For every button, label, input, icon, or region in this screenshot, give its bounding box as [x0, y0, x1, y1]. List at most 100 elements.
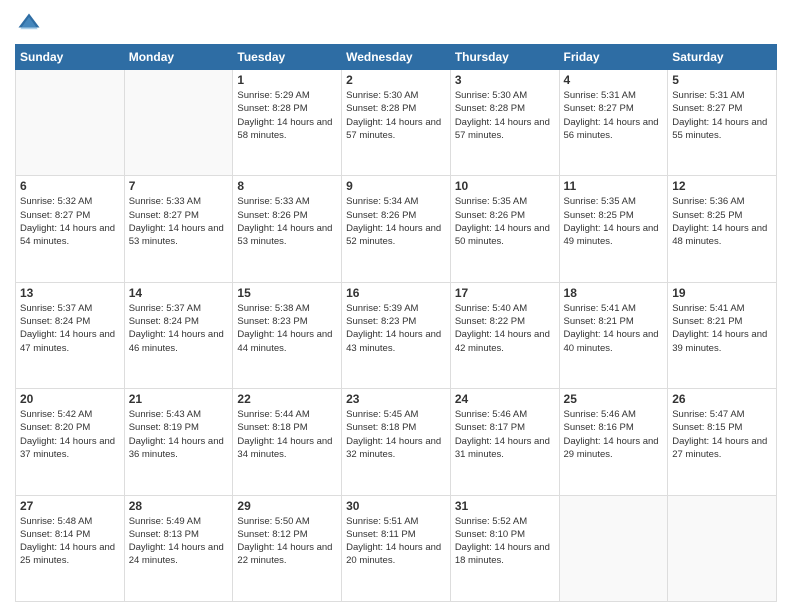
day-info: Sunrise: 5:50 AMSunset: 8:12 PMDaylight:…	[237, 515, 337, 568]
day-number: 11	[564, 179, 664, 193]
calendar-cell: 29 Sunrise: 5:50 AMSunset: 8:12 PMDayligh…	[233, 495, 342, 601]
calendar-header-row: SundayMondayTuesdayWednesdayThursdayFrid…	[16, 45, 777, 70]
day-info: Sunrise: 5:48 AMSunset: 8:14 PMDaylight:…	[20, 515, 120, 568]
day-info: Sunrise: 5:40 AMSunset: 8:22 PMDaylight:…	[455, 302, 555, 355]
day-info: Sunrise: 5:35 AMSunset: 8:26 PMDaylight:…	[455, 195, 555, 248]
calendar-cell: 5 Sunrise: 5:31 AMSunset: 8:27 PMDaylight…	[668, 70, 777, 176]
calendar-cell: 21 Sunrise: 5:43 AMSunset: 8:19 PMDayligh…	[124, 389, 233, 495]
calendar-cell: 22 Sunrise: 5:44 AMSunset: 8:18 PMDayligh…	[233, 389, 342, 495]
day-info: Sunrise: 5:37 AMSunset: 8:24 PMDaylight:…	[20, 302, 120, 355]
day-number: 2	[346, 73, 446, 87]
page: SundayMondayTuesdayWednesdayThursdayFrid…	[0, 0, 792, 612]
day-number: 21	[129, 392, 229, 406]
day-info: Sunrise: 5:41 AMSunset: 8:21 PMDaylight:…	[672, 302, 772, 355]
day-info: Sunrise: 5:31 AMSunset: 8:27 PMDaylight:…	[672, 89, 772, 142]
calendar-cell: 24 Sunrise: 5:46 AMSunset: 8:17 PMDayligh…	[450, 389, 559, 495]
calendar-cell: 11 Sunrise: 5:35 AMSunset: 8:25 PMDayligh…	[559, 176, 668, 282]
day-number: 16	[346, 286, 446, 300]
day-info: Sunrise: 5:46 AMSunset: 8:17 PMDaylight:…	[455, 408, 555, 461]
calendar-week-row: 6 Sunrise: 5:32 AMSunset: 8:27 PMDaylight…	[16, 176, 777, 282]
day-number: 18	[564, 286, 664, 300]
day-number: 3	[455, 73, 555, 87]
day-header-monday: Monday	[124, 45, 233, 70]
calendar-cell: 1 Sunrise: 5:29 AMSunset: 8:28 PMDaylight…	[233, 70, 342, 176]
calendar-cell: 10 Sunrise: 5:35 AMSunset: 8:26 PMDayligh…	[450, 176, 559, 282]
day-number: 22	[237, 392, 337, 406]
day-info: Sunrise: 5:30 AMSunset: 8:28 PMDaylight:…	[455, 89, 555, 142]
calendar-cell: 28 Sunrise: 5:49 AMSunset: 8:13 PMDayligh…	[124, 495, 233, 601]
calendar-cell: 30 Sunrise: 5:51 AMSunset: 8:11 PMDayligh…	[342, 495, 451, 601]
day-info: Sunrise: 5:35 AMSunset: 8:25 PMDaylight:…	[564, 195, 664, 248]
day-info: Sunrise: 5:43 AMSunset: 8:19 PMDaylight:…	[129, 408, 229, 461]
calendar-cell: 25 Sunrise: 5:46 AMSunset: 8:16 PMDayligh…	[559, 389, 668, 495]
day-info: Sunrise: 5:31 AMSunset: 8:27 PMDaylight:…	[564, 89, 664, 142]
day-info: Sunrise: 5:44 AMSunset: 8:18 PMDaylight:…	[237, 408, 337, 461]
day-number: 28	[129, 499, 229, 513]
day-number: 12	[672, 179, 772, 193]
day-number: 1	[237, 73, 337, 87]
calendar-cell: 31Sunrise: 5:52 AMSunset: 8:10 PMDayligh…	[450, 495, 559, 601]
calendar-week-row: 20 Sunrise: 5:42 AMSunset: 8:20 PMDayligh…	[16, 389, 777, 495]
day-header-friday: Friday	[559, 45, 668, 70]
day-info: Sunrise: 5:49 AMSunset: 8:13 PMDaylight:…	[129, 515, 229, 568]
day-number: 19	[672, 286, 772, 300]
day-info: Sunrise: 5:32 AMSunset: 8:27 PMDaylight:…	[20, 195, 120, 248]
day-number: 13	[20, 286, 120, 300]
day-header-wednesday: Wednesday	[342, 45, 451, 70]
day-number: 30	[346, 499, 446, 513]
calendar-cell: 27 Sunrise: 5:48 AMSunset: 8:14 PMDayligh…	[16, 495, 125, 601]
day-header-sunday: Sunday	[16, 45, 125, 70]
day-number: 4	[564, 73, 664, 87]
calendar-cell: 8 Sunrise: 5:33 AMSunset: 8:26 PMDaylight…	[233, 176, 342, 282]
day-header-thursday: Thursday	[450, 45, 559, 70]
day-number: 17	[455, 286, 555, 300]
day-info: Sunrise: 5:39 AMSunset: 8:23 PMDaylight:…	[346, 302, 446, 355]
day-info: Sunrise: 5:45 AMSunset: 8:18 PMDaylight:…	[346, 408, 446, 461]
calendar-cell: 6 Sunrise: 5:32 AMSunset: 8:27 PMDaylight…	[16, 176, 125, 282]
day-number: 9	[346, 179, 446, 193]
calendar-cell: 2 Sunrise: 5:30 AMSunset: 8:28 PMDaylight…	[342, 70, 451, 176]
day-info: Sunrise: 5:42 AMSunset: 8:20 PMDaylight:…	[20, 408, 120, 461]
calendar-table: SundayMondayTuesdayWednesdayThursdayFrid…	[15, 44, 777, 602]
calendar-week-row: 27 Sunrise: 5:48 AMSunset: 8:14 PMDayligh…	[16, 495, 777, 601]
calendar-cell: 14Sunrise: 5:37 AMSunset: 8:24 PMDayligh…	[124, 282, 233, 388]
day-number: 10	[455, 179, 555, 193]
calendar-cell	[16, 70, 125, 176]
day-number: 27	[20, 499, 120, 513]
calendar-cell: 20 Sunrise: 5:42 AMSunset: 8:20 PMDayligh…	[16, 389, 125, 495]
calendar-cell: 7 Sunrise: 5:33 AMSunset: 8:27 PMDaylight…	[124, 176, 233, 282]
calendar-cell: 17 Sunrise: 5:40 AMSunset: 8:22 PMDayligh…	[450, 282, 559, 388]
day-info: Sunrise: 5:29 AMSunset: 8:28 PMDaylight:…	[237, 89, 337, 142]
calendar-cell: 26 Sunrise: 5:47 AMSunset: 8:15 PMDayligh…	[668, 389, 777, 495]
calendar-cell	[668, 495, 777, 601]
day-number: 6	[20, 179, 120, 193]
day-number: 5	[672, 73, 772, 87]
day-number: 8	[237, 179, 337, 193]
day-number: 15	[237, 286, 337, 300]
calendar-cell: 23Sunrise: 5:45 AMSunset: 8:18 PMDayligh…	[342, 389, 451, 495]
day-info: Sunrise: 5:51 AMSunset: 8:11 PMDaylight:…	[346, 515, 446, 568]
day-number: 20	[20, 392, 120, 406]
logo-icon	[15, 10, 43, 38]
day-number: 24	[455, 392, 555, 406]
calendar-week-row: 13 Sunrise: 5:37 AMSunset: 8:24 PMDayligh…	[16, 282, 777, 388]
calendar-cell	[124, 70, 233, 176]
day-info: Sunrise: 5:30 AMSunset: 8:28 PMDaylight:…	[346, 89, 446, 142]
day-info: Sunrise: 5:33 AMSunset: 8:27 PMDaylight:…	[129, 195, 229, 248]
day-header-tuesday: Tuesday	[233, 45, 342, 70]
day-info: Sunrise: 5:46 AMSunset: 8:16 PMDaylight:…	[564, 408, 664, 461]
day-info: Sunrise: 5:38 AMSunset: 8:23 PMDaylight:…	[237, 302, 337, 355]
day-info: Sunrise: 5:36 AMSunset: 8:25 PMDaylight:…	[672, 195, 772, 248]
day-info: Sunrise: 5:33 AMSunset: 8:26 PMDaylight:…	[237, 195, 337, 248]
day-header-saturday: Saturday	[668, 45, 777, 70]
day-number: 29	[237, 499, 337, 513]
day-number: 7	[129, 179, 229, 193]
day-info: Sunrise: 5:47 AMSunset: 8:15 PMDaylight:…	[672, 408, 772, 461]
calendar-cell: 13 Sunrise: 5:37 AMSunset: 8:24 PMDayligh…	[16, 282, 125, 388]
calendar-cell: 16 Sunrise: 5:39 AMSunset: 8:23 PMDayligh…	[342, 282, 451, 388]
day-number: 26	[672, 392, 772, 406]
day-number: 14	[129, 286, 229, 300]
calendar-cell: 15 Sunrise: 5:38 AMSunset: 8:23 PMDayligh…	[233, 282, 342, 388]
day-number: 25	[564, 392, 664, 406]
calendar-week-row: 1 Sunrise: 5:29 AMSunset: 8:28 PMDaylight…	[16, 70, 777, 176]
